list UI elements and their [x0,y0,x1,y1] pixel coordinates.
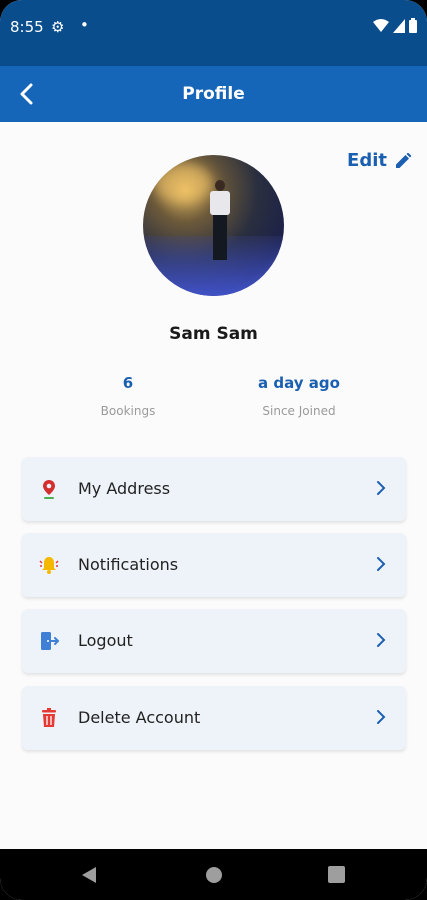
nav-recents-icon[interactable] [328,866,345,883]
chevron-right-icon [377,633,386,647]
status-bar: 8:55 ⚙ • [0,0,427,66]
location-pin-icon [43,480,55,499]
menu-item-label: Delete Account [78,708,201,727]
stat-bookings-label: Bookings [100,404,156,418]
profile-name: Sam Sam [169,324,258,344]
wifi-icon [373,18,389,32]
cell-signal-icon [393,18,405,33]
stat-since-joined: a day ago Since Joined [224,374,374,418]
chevron-right-icon [377,557,386,571]
app-bar: Profile [0,66,427,122]
battery-icon [409,18,417,33]
edit-profile-button[interactable]: Edit [347,150,411,171]
menu-item-my-address[interactable]: My Address [22,457,406,521]
nav-back-icon[interactable] [80,866,98,884]
profile-screen: 8:55 ⚙ • Profile Edit Sam Sam 6 Bookings… [0,0,427,900]
stat-bookings: 6 Bookings [53,374,203,418]
avatar[interactable] [143,155,284,296]
nav-home-icon[interactable] [205,866,223,884]
system-icons [373,18,417,33]
stat-since-joined-label: Since Joined [262,404,336,418]
menu-item-notifications[interactable]: Notifications [22,533,406,597]
chevron-right-icon [377,710,386,724]
page-title: Profile [182,84,245,104]
trash-icon [42,708,56,727]
stat-since-joined-value: a day ago [258,374,340,392]
settings-gear-icon: ⚙ [51,18,65,36]
edit-label: Edit [347,150,387,171]
notification-dot-icon: • [80,16,89,34]
avatar-photo-person [209,180,231,260]
menu-item-label: Logout [78,631,133,650]
logout-icon [41,632,60,650]
status-time: 8:55 [10,18,44,36]
bell-icon [39,557,59,574]
system-nav-bar [0,849,427,900]
pencil-icon [396,152,411,168]
menu-item-label: My Address [78,479,171,498]
stat-bookings-value: 6 [122,374,134,392]
menu-item-label: Notifications [78,555,179,574]
chevron-right-icon [377,481,386,495]
menu-item-logout[interactable]: Logout [22,609,406,673]
avatar-photo-light [153,163,213,203]
menu-item-delete-account[interactable]: Delete Account [22,686,406,750]
